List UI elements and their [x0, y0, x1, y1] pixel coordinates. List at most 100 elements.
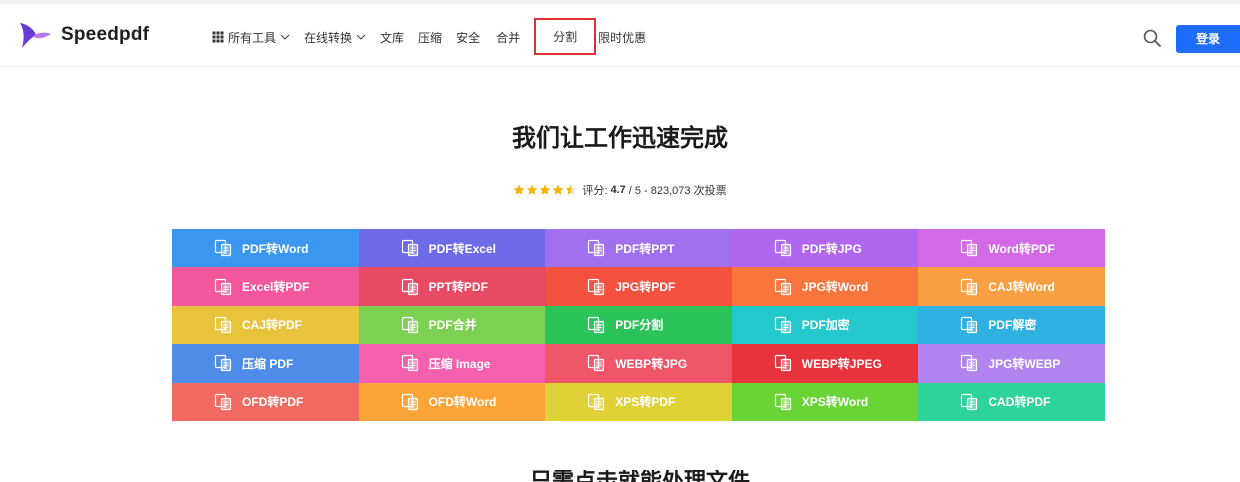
star-icon — [540, 184, 551, 195]
tool-excel-to-pdf[interactable]: Excel转PDF — [172, 267, 359, 306]
tool-grid: PDF转Word PDF转Excel PDF转PPT PDF转JPG Word转PDF E… — [172, 229, 1105, 421]
tool-label: WEBP转JPEG — [801, 356, 882, 371]
tool-label: JPG转PDF — [615, 280, 676, 295]
nav-label: 压缩 — [418, 30, 443, 45]
nav-item-all-tools[interactable]: 所有工具 — [212, 24, 290, 50]
rating-bar: 评分: 4.7 / 5 - 823,073 次投票 — [0, 182, 1240, 198]
ppt-to-pdf-icon — [401, 278, 418, 295]
site-header: Speedpdf 所有工具 在线转换 文库 压缩 安全 合并 分割 限时优惠 登录 — [0, 4, 1240, 67]
tool-compress-pdf[interactable]: 压缩 PDF — [172, 344, 359, 383]
tool-label: PDF转PPT — [615, 241, 675, 256]
tool-pdf-merge[interactable]: PDF合并 — [358, 305, 546, 345]
star-icon — [514, 184, 525, 195]
tool-label: PDF解密 — [988, 318, 1037, 333]
tool-label: PDF加密 — [801, 318, 850, 333]
tool-label: XPS转Word — [801, 395, 869, 410]
tool-label: JPG转Word — [801, 280, 869, 295]
nav-item-security[interactable]: 安全 — [456, 24, 480, 50]
tool-label: XPS转PDF — [615, 395, 676, 410]
tool-webp-to-jpeg[interactable]: WEBP转JPEG — [731, 344, 919, 383]
tool-label: 压缩 PDF — [242, 356, 294, 371]
tool-jpg-to-pdf[interactable]: JPG转PDF — [545, 267, 732, 306]
tool-pdf-to-ppt[interactable]: PDF转PPT — [545, 229, 732, 268]
login-button[interactable]: 登录 — [1176, 25, 1240, 53]
tool-caj-to-word[interactable]: CAJ转Word — [918, 267, 1105, 306]
tool-jpg-to-webp[interactable]: JPG转WEBP — [918, 344, 1105, 383]
star-icon — [566, 184, 577, 195]
pdf-to-ppt-icon — [588, 240, 605, 257]
tool-xps-to-pdf[interactable]: XPS转PDF — [545, 382, 732, 421]
webp-to-jpeg-icon — [774, 355, 791, 372]
hero-title: 我们让工作迅速完成 — [512, 125, 728, 152]
rating-stars — [513, 184, 578, 196]
rating-suffix: / 5 - 823,073 次投票 — [628, 185, 727, 197]
caj-to-word-icon — [961, 278, 978, 295]
tool-webp-to-jpg[interactable]: WEBP转JPG — [545, 344, 732, 383]
tool-caj-to-pdf[interactable]: CAJ转PDF — [172, 305, 359, 345]
tool-ppt-to-pdf[interactable]: PPT转PDF — [358, 267, 546, 306]
nav-item-compress[interactable]: 压缩 — [418, 24, 442, 50]
tool-label: CAD转PDF — [988, 395, 1051, 410]
tool-pdf-to-jpg[interactable]: PDF转JPG — [731, 229, 919, 268]
jpg-to-webp-icon — [961, 355, 978, 372]
compress-image-icon — [401, 355, 418, 372]
tool-ofd-to-pdf[interactable]: OFD转PDF — [172, 382, 359, 421]
pdf-split-icon — [588, 316, 605, 334]
tool-pdf-to-excel[interactable]: PDF转Excel — [358, 229, 546, 268]
next-section-heading-clip: 只需点击就能处理文件 — [530, 470, 750, 482]
tool-pdf-decrypt[interactable]: PDF解密 — [918, 305, 1105, 345]
tool-word-to-pdf[interactable]: Word转PDF — [918, 229, 1105, 268]
nav-item-merge[interactable]: 合并 — [496, 24, 520, 50]
caj-to-pdf-icon — [214, 316, 232, 334]
nav-item-limited-offer[interactable]: 限时优惠 — [598, 24, 646, 50]
nav-label: 合并 — [496, 30, 521, 45]
nav-label: 文库 — [380, 30, 405, 45]
nav-item-online-convert[interactable]: 在线转换 — [304, 24, 366, 50]
compress-pdf-icon — [214, 355, 232, 372]
tool-jpg-to-word[interactable]: JPG转Word — [731, 267, 919, 306]
pdf-to-jpg-icon — [774, 240, 791, 257]
pdf-merge-icon — [401, 316, 418, 334]
webp-to-jpg-icon — [588, 355, 605, 372]
tool-compress-image[interactable]: 压缩 Image — [358, 344, 546, 383]
tool-ofd-to-word[interactable]: OFD转Word — [358, 382, 546, 421]
tool-pdf-encrypt[interactable]: PDF加密 — [731, 305, 919, 345]
search-button[interactable] — [1142, 28, 1162, 48]
nav-label: 所有工具 — [228, 30, 277, 45]
tool-pdf-to-word[interactable]: PDF转Word — [172, 229, 359, 268]
xps-to-pdf-icon — [588, 393, 605, 410]
tool-label: PDF转Word — [242, 241, 309, 256]
jpg-to-pdf-icon — [588, 278, 605, 295]
pdf-to-word-icon — [214, 240, 232, 257]
tool-label: OFD转PDF — [242, 395, 304, 410]
tool-pdf-split[interactable]: PDF分割 — [545, 305, 732, 345]
nav-item-library[interactable]: 文库 — [380, 24, 404, 50]
next-section-title: 只需点击就能处理文件 — [530, 470, 750, 482]
pdf-decrypt-icon — [961, 316, 978, 334]
tool-cad-to-pdf[interactable]: CAD转PDF — [918, 382, 1105, 421]
tool-label: OFD转Word — [428, 395, 497, 410]
xps-to-word-icon — [774, 393, 791, 410]
chevron-down-icon — [280, 34, 290, 40]
tool-label: PPT转PDF — [428, 280, 488, 295]
cad-to-pdf-icon — [961, 393, 978, 410]
word-to-pdf-icon — [961, 240, 978, 257]
nav-label: 分割 — [553, 30, 578, 44]
ofd-to-pdf-icon — [214, 393, 232, 410]
pdf-encrypt-icon — [774, 316, 791, 334]
chevron-down-icon — [356, 34, 366, 40]
tool-label: PDF转Excel — [428, 241, 496, 256]
tool-label: Excel转PDF — [242, 280, 310, 295]
tool-label: Word转PDF — [988, 241, 1055, 256]
nav-label: 限时优惠 — [598, 30, 647, 45]
star-icon — [553, 184, 564, 195]
brand-logo[interactable]: Speedpdf — [18, 20, 149, 50]
nav-item-split[interactable]: 分割 — [534, 18, 597, 55]
tool-label: CAJ转PDF — [242, 318, 303, 333]
tool-label: CAJ转Word — [988, 280, 1055, 295]
rating-prefix: 评分: — [582, 185, 608, 197]
ofd-to-word-icon — [401, 393, 418, 410]
tool-label: JPG转WEBP — [988, 356, 1061, 371]
tool-label: PDF转JPG — [801, 241, 862, 256]
tool-xps-to-word[interactable]: XPS转Word — [731, 382, 919, 421]
